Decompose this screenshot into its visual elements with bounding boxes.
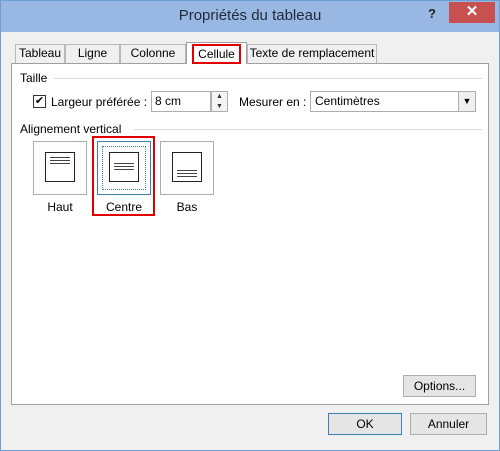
- title-bar[interactable]: Propriétés du tableau ? ✕: [1, 1, 499, 32]
- measure-in-select[interactable]: Centimètres ▼: [310, 91, 476, 112]
- tab-tableau[interactable]: Tableau: [15, 44, 65, 63]
- cancel-button[interactable]: Annuler: [410, 413, 487, 435]
- ok-button[interactable]: OK: [328, 413, 402, 435]
- align-top-button[interactable]: [33, 141, 87, 195]
- close-button[interactable]: ✕: [449, 2, 495, 23]
- preferred-width-input[interactable]: 8 cm: [151, 91, 211, 112]
- tab-tableau-label: Tableau: [18, 46, 62, 60]
- chevron-down-icon[interactable]: ▼: [458, 92, 475, 111]
- preferred-width-spinner[interactable]: ▲ ▼: [211, 91, 228, 112]
- preferred-width-checkbox[interactable]: ✔: [33, 95, 46, 108]
- tab-ligne-label: Ligne: [77, 46, 108, 60]
- tab-ligne[interactable]: Ligne: [65, 44, 120, 63]
- alignment-divider: [134, 129, 482, 130]
- taille-section-label: Taille: [20, 71, 48, 85]
- align-bottom-button[interactable]: [160, 141, 214, 195]
- align-bottom-icon: [172, 152, 202, 182]
- tab-colonne[interactable]: Colonne: [120, 44, 186, 63]
- cell-tab-panel: Taille ✔ Largeur préférée : 8 cm ▲ ▼ Mes…: [11, 63, 489, 405]
- align-center-button[interactable]: [97, 141, 151, 195]
- spin-up-icon[interactable]: ▲: [212, 92, 227, 101]
- tab-texte-remplacement[interactable]: Texte de remplacement: [247, 44, 377, 63]
- align-bottom-label: Bas: [176, 200, 198, 214]
- align-top-icon: [45, 152, 75, 182]
- align-center-label: Centre: [105, 200, 143, 214]
- taille-divider: [54, 78, 482, 79]
- help-button[interactable]: ?: [419, 3, 445, 25]
- align-center-icon: [109, 152, 139, 182]
- tab-texte-remplacement-label: Texte de remplacement: [249, 46, 375, 60]
- measure-in-label: Mesurer en :: [239, 95, 307, 109]
- tab-colonne-label: Colonne: [130, 46, 176, 60]
- spin-down-icon[interactable]: ▼: [212, 102, 227, 111]
- align-top-label: Haut: [47, 200, 73, 214]
- options-button[interactable]: Options...: [403, 375, 476, 397]
- measure-in-value: Centimètres: [315, 94, 380, 108]
- tab-cellule[interactable]: Cellule: [186, 42, 247, 64]
- tab-cellule-label: Cellule: [192, 44, 241, 64]
- table-properties-dialog: Propriétés du tableau ? ✕ Tableau Ligne …: [0, 0, 500, 451]
- preferred-width-label: Largeur préférée :: [51, 95, 148, 109]
- alignment-section-label: Alignement vertical: [20, 122, 122, 136]
